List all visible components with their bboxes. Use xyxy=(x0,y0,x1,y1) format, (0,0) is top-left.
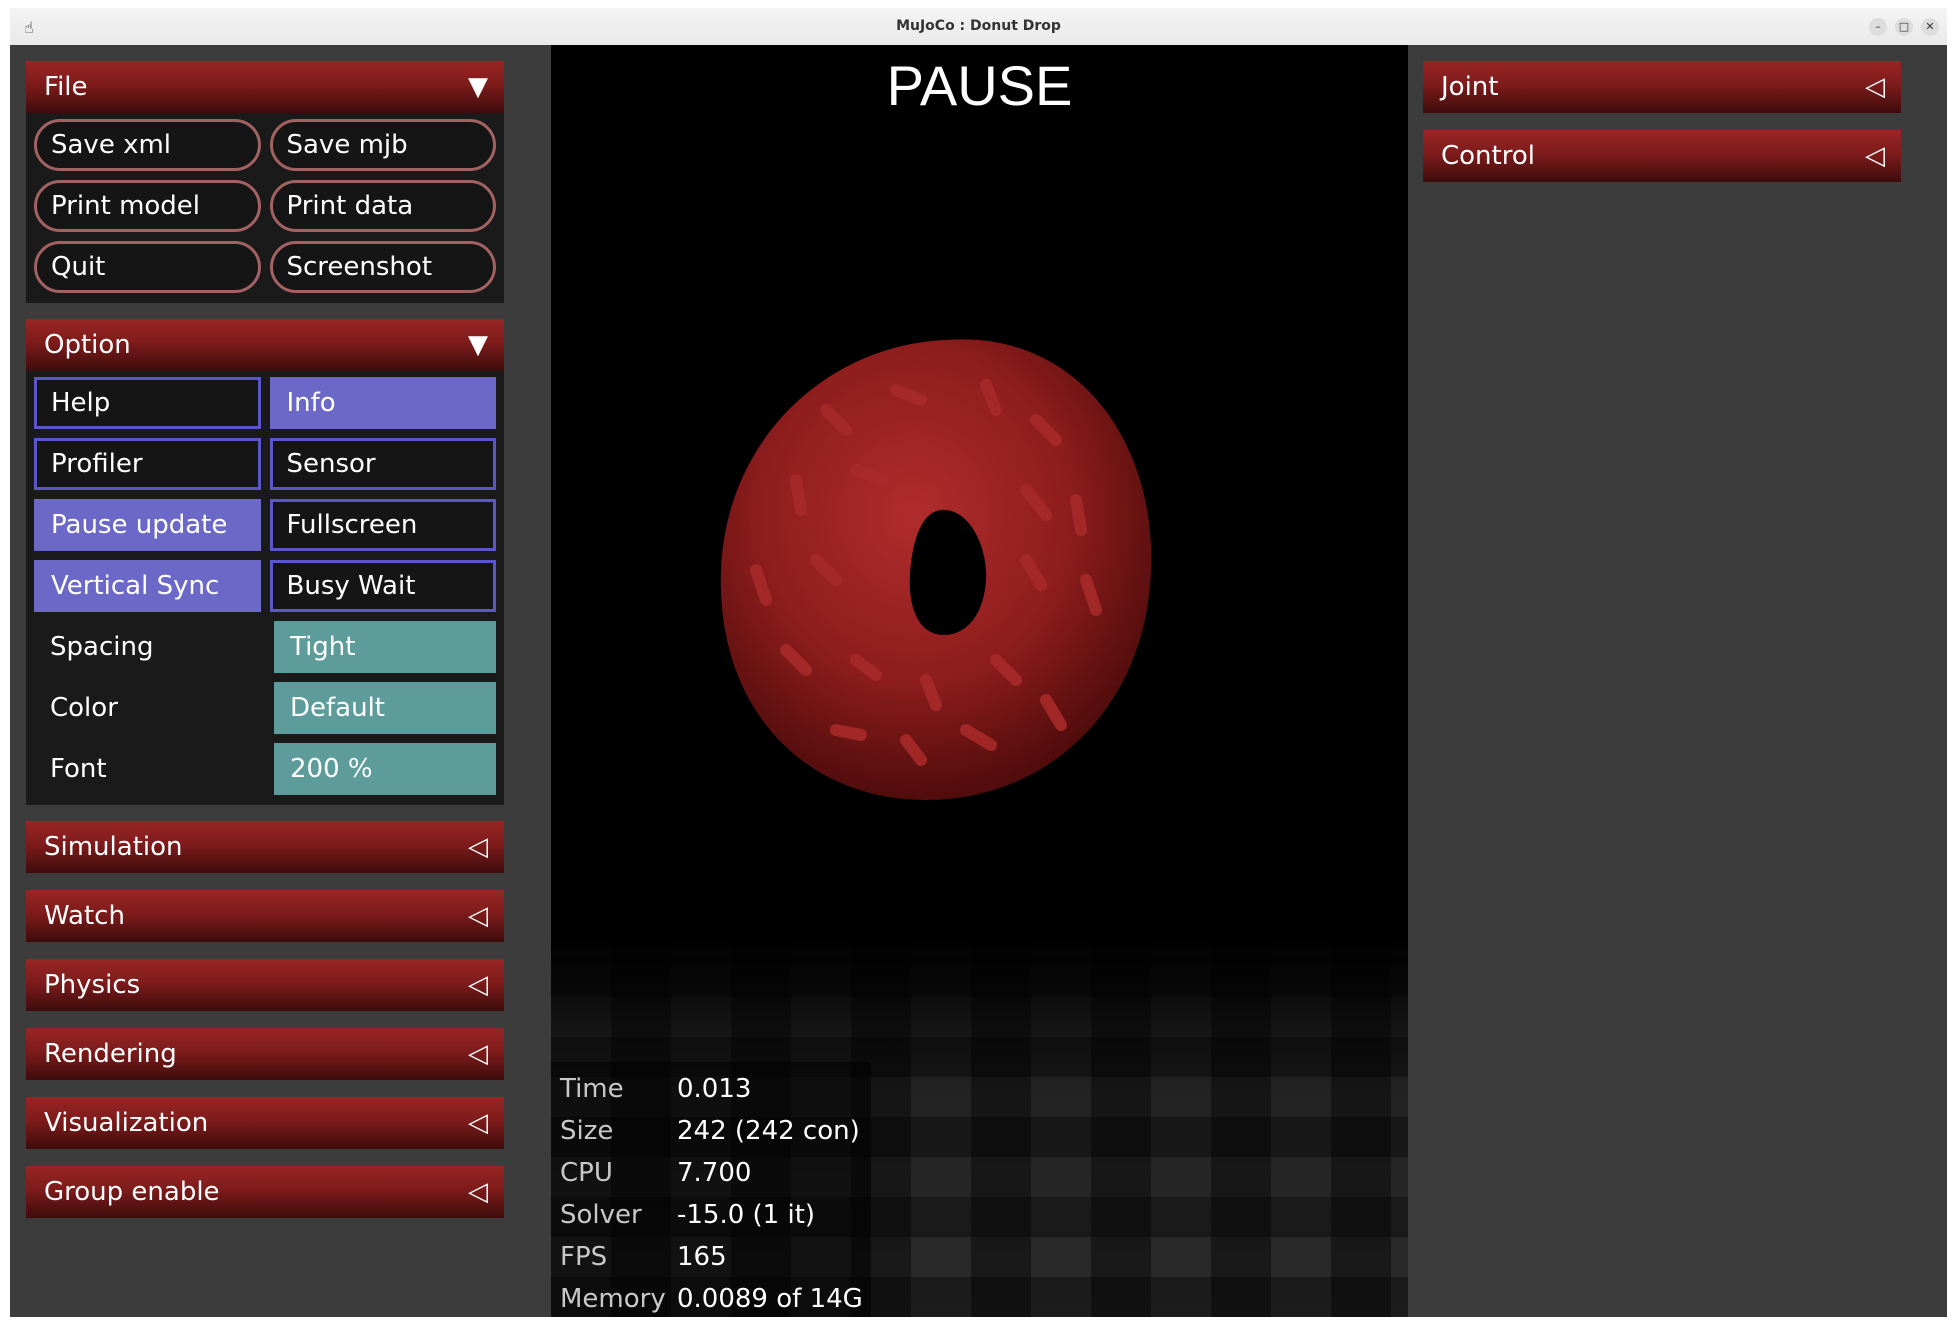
title-bar: ☝ MuJoCo : Donut Drop – □ ✕ xyxy=(10,8,1947,46)
pause-update-toggle[interactable]: Pause update xyxy=(34,499,261,551)
left-panel: File ▼ Save xml Save mjb Print model Pri… xyxy=(26,61,504,1218)
section-visualization-header[interactable]: Visualization ◁ xyxy=(26,1097,504,1149)
right-panel: Joint ◁ Control ◁ xyxy=(1423,61,1901,182)
triangle-left-icon: ◁ xyxy=(1865,72,1885,102)
font-select[interactable]: 200 % xyxy=(274,743,496,795)
quit-button[interactable]: Quit xyxy=(34,241,261,293)
screenshot-button[interactable]: Screenshot xyxy=(269,241,496,293)
busy-wait-toggle[interactable]: Busy Wait xyxy=(269,560,496,612)
triangle-left-icon: ◁ xyxy=(468,1177,488,1207)
color-select[interactable]: Default xyxy=(274,682,496,734)
section-group-enable-label: Group enable xyxy=(44,1177,220,1207)
app-window: File ▼ Save xml Save mjb Print model Pri… xyxy=(10,45,1947,1317)
font-label: Font xyxy=(50,754,107,784)
section-joint-label: Joint xyxy=(1441,72,1499,102)
section-file-label: File xyxy=(44,72,88,102)
triangle-left-icon: ◁ xyxy=(468,901,488,931)
section-control-header[interactable]: Control ◁ xyxy=(1423,130,1901,182)
section-watch-label: Watch xyxy=(44,901,125,931)
triangle-left-icon: ◁ xyxy=(468,832,488,862)
section-group-enable-header[interactable]: Group enable ◁ xyxy=(26,1166,504,1218)
triangle-left-icon: ◁ xyxy=(1865,141,1885,171)
section-physics-label: Physics xyxy=(44,970,141,1000)
section-watch-header[interactable]: Watch ◁ xyxy=(26,890,504,942)
triangle-down-icon: ▼ xyxy=(468,72,488,102)
window-title: MuJoCo : Donut Drop xyxy=(896,18,1061,34)
info-toggle[interactable]: Info xyxy=(269,377,496,429)
print-data-button[interactable]: Print data xyxy=(269,180,496,232)
section-simulation-label: Simulation xyxy=(44,832,183,862)
donut-model[interactable] xyxy=(696,330,1196,810)
section-file-body: Save xml Save mjb Print model Print data… xyxy=(26,113,504,303)
sensor-toggle[interactable]: Sensor xyxy=(269,438,496,490)
section-visualization-label: Visualization xyxy=(44,1108,209,1138)
minimize-icon[interactable]: – xyxy=(1869,18,1887,36)
info-overlay: Time 0.013 Size 242 (242 con) CPU 7.700 … xyxy=(551,1062,871,1317)
simulation-viewport[interactable]: PAUSE Time 0.013 Size 242 (242 con) CPU … xyxy=(551,45,1408,1317)
save-mjb-button[interactable]: Save mjb xyxy=(269,119,496,171)
section-control-label: Control xyxy=(1441,141,1535,171)
help-toggle[interactable]: Help xyxy=(34,377,261,429)
section-file-header[interactable]: File ▼ xyxy=(26,61,504,113)
section-physics-header[interactable]: Physics ◁ xyxy=(26,959,504,1011)
close-icon[interactable]: ✕ xyxy=(1921,18,1939,36)
triangle-left-icon: ◁ xyxy=(468,970,488,1000)
section-rendering-label: Rendering xyxy=(44,1039,177,1069)
section-joint-header[interactable]: Joint ◁ xyxy=(1423,61,1901,113)
section-option-label: Option xyxy=(44,330,131,360)
section-simulation-header[interactable]: Simulation ◁ xyxy=(26,821,504,873)
section-option-header[interactable]: Option ▼ xyxy=(26,319,504,371)
pause-status: PAUSE xyxy=(886,54,1073,117)
vertical-sync-toggle[interactable]: Vertical Sync xyxy=(34,560,261,612)
maximize-icon[interactable]: □ xyxy=(1895,18,1913,36)
section-rendering-header[interactable]: Rendering ◁ xyxy=(26,1028,504,1080)
triangle-left-icon: ◁ xyxy=(468,1039,488,1069)
triangle-down-icon: ▼ xyxy=(468,330,488,360)
save-xml-button[interactable]: Save xml xyxy=(34,119,261,171)
print-model-button[interactable]: Print model xyxy=(34,180,261,232)
profiler-toggle[interactable]: Profiler xyxy=(34,438,261,490)
section-option-body: Help Info Profiler Sensor Pause update F… xyxy=(26,371,504,805)
triangle-left-icon: ◁ xyxy=(468,1108,488,1138)
fullscreen-toggle[interactable]: Fullscreen xyxy=(269,499,496,551)
spacing-select[interactable]: Tight xyxy=(274,621,496,673)
spacing-label: Spacing xyxy=(50,632,154,662)
color-label: Color xyxy=(50,693,118,723)
